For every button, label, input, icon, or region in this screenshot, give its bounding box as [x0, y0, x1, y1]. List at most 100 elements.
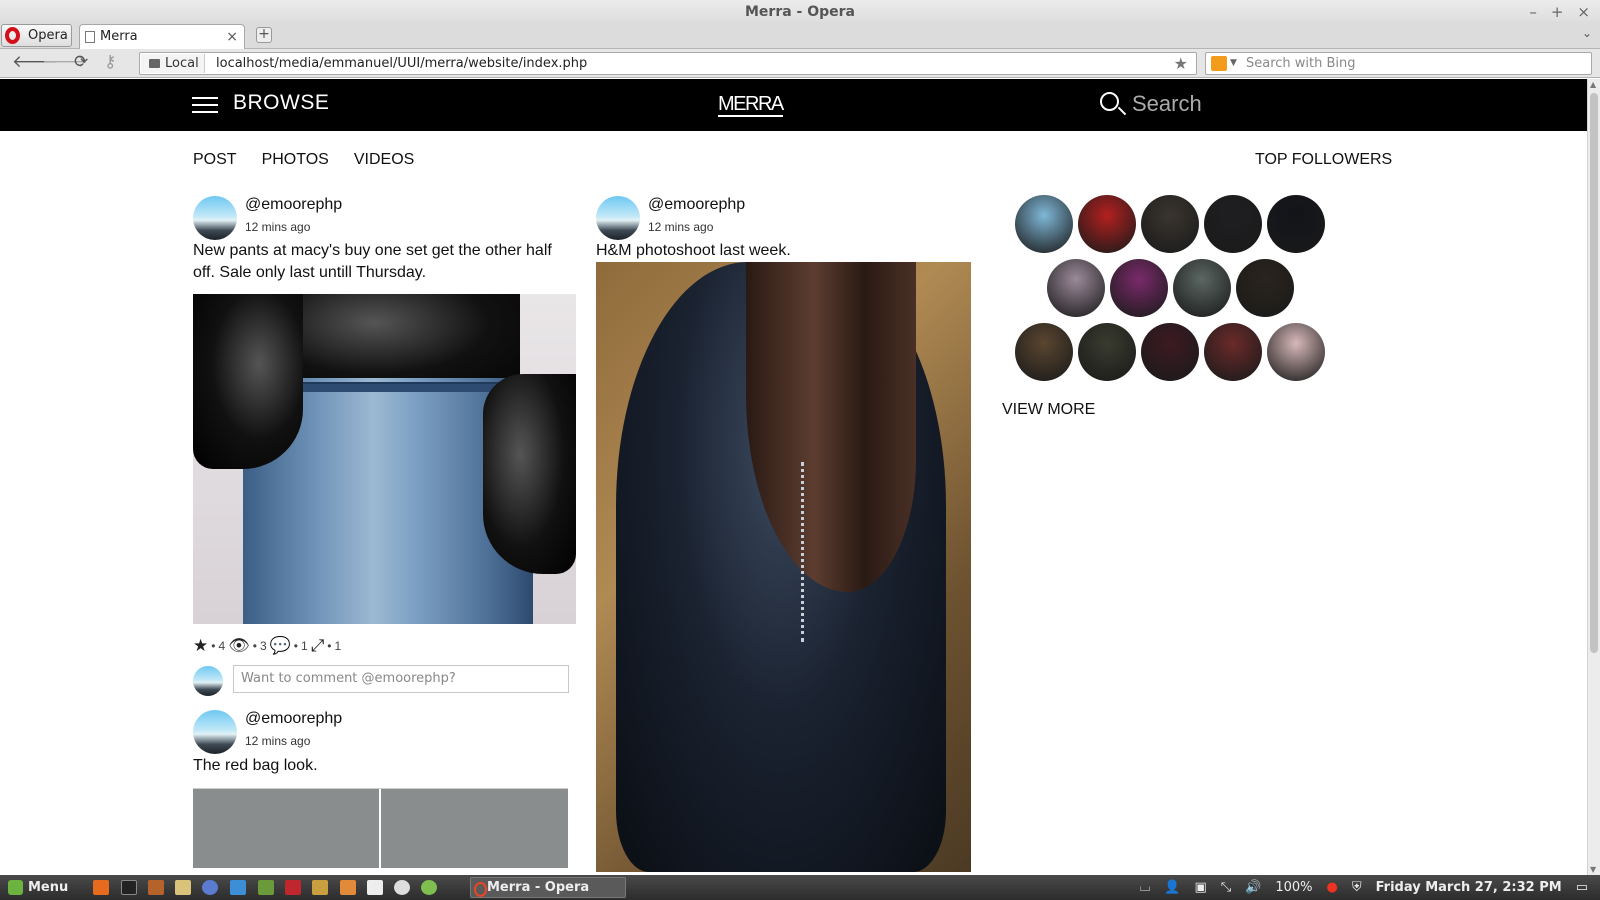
eye-icon[interactable]: 👁: [228, 636, 250, 656]
firefox-icon[interactable]: [93, 880, 109, 895]
comment-icon[interactable]: 💬: [270, 636, 291, 656]
app-icon[interactable]: [421, 880, 437, 895]
clock[interactable]: Friday March 27, 2:32 PM: [1376, 875, 1562, 900]
follower-avatar[interactable]: [1109, 259, 1168, 317]
scrollbar-thumb[interactable]: [1590, 93, 1598, 653]
follower-avatar[interactable]: [1204, 195, 1262, 253]
opera-menu-button[interactable]: Opera: [1, 24, 72, 47]
bing-icon: [1211, 56, 1227, 71]
follower-avatar[interactable]: [1172, 259, 1231, 317]
follower-avatar[interactable]: [1015, 323, 1073, 381]
avatar[interactable]: [596, 196, 640, 240]
page-viewport: BROWSE MERRA Search POST PHOTOS VIDEOS T…: [0, 79, 1587, 875]
follower-avatar[interactable]: [1141, 323, 1199, 381]
terminal-icon[interactable]: [121, 880, 137, 895]
editor-icon[interactable]: [230, 880, 246, 895]
follower-avatar[interactable]: [1015, 195, 1073, 253]
bookmark-star-icon[interactable]: ★: [1174, 53, 1188, 74]
comment-count: 1: [301, 639, 308, 653]
tab-strip: Opera Merra × + ⌄: [0, 22, 1600, 50]
post-username[interactable]: @emoorephp: [245, 196, 342, 214]
follower-avatar[interactable]: [1078, 195, 1136, 253]
comment-input[interactable]: Want to comment @emoorephp?: [233, 665, 569, 693]
image-viewer-icon[interactable]: [340, 880, 356, 895]
new-tab-button[interactable]: +: [256, 27, 272, 43]
notification-icon[interactable]: ▭: [1576, 875, 1588, 900]
post-image[interactable]: [193, 788, 568, 869]
follower-avatar[interactable]: [1235, 259, 1294, 317]
computer-icon: [149, 59, 160, 68]
follower-row: [1010, 323, 1330, 381]
tab-photos[interactable]: PHOTOS: [262, 151, 329, 169]
post-stats: ★ • 4 👁 • 3 💬 • 1 ⤢ • 1: [193, 636, 342, 656]
user-icon[interactable]: 👤: [1164, 875, 1180, 900]
post-timestamp: 12 mins ago: [245, 734, 311, 748]
star-icon[interactable]: ★: [193, 636, 208, 656]
follower-row: [1010, 259, 1330, 317]
tab-merra[interactable]: Merra ×: [79, 24, 245, 50]
post-timestamp: 12 mins ago: [648, 220, 714, 234]
follower-avatar[interactable]: [1204, 323, 1262, 381]
star-count: 4: [218, 639, 226, 653]
hamburger-menu-icon[interactable]: [192, 97, 218, 113]
clipboard-icon[interactable]: ▣: [1194, 875, 1206, 900]
security-badge[interactable]: Local: [141, 54, 205, 73]
software-center-icon[interactable]: [148, 880, 164, 895]
browser-search-box[interactable]: ▼ Search with Bing: [1205, 52, 1592, 75]
app-icon[interactable]: [202, 880, 218, 895]
key-icon[interactable]: ⚷: [104, 52, 116, 72]
reload-icon[interactable]: ⟳: [74, 52, 88, 72]
tab-videos[interactable]: VIDEOS: [354, 151, 414, 169]
post-image[interactable]: [596, 262, 971, 872]
taskbar-window-opera[interactable]: Merra - Opera: [470, 877, 626, 898]
site-search-input[interactable]: Search: [1132, 91, 1202, 117]
avatar[interactable]: [193, 196, 237, 240]
post-username[interactable]: @emoorephp: [245, 710, 342, 728]
post-username[interactable]: @emoorephp: [648, 196, 745, 214]
page-scrollbar[interactable]: ▲ ▼: [1587, 79, 1600, 875]
show-desktop-icon[interactable]: ⌴: [1140, 875, 1150, 900]
tab-menu-chevron-icon[interactable]: ⌄: [1582, 26, 1592, 40]
disc-icon[interactable]: [394, 880, 410, 895]
start-menu-button[interactable]: Menu: [6, 875, 68, 900]
browse-button[interactable]: BROWSE: [233, 91, 329, 115]
share-count: 1: [334, 639, 342, 653]
scroll-down-icon[interactable]: ▼: [1590, 865, 1596, 874]
battery-indicator[interactable]: 100%: [1275, 875, 1312, 900]
address-bar[interactable]: Local localhost/media/emmanuel/UUI/merra…: [139, 52, 1197, 75]
share-icon[interactable]: ⤢: [311, 636, 325, 656]
tab-post[interactable]: POST: [193, 151, 237, 169]
tab-title: Merra: [100, 29, 138, 44]
document-icon: [85, 31, 95, 43]
follower-avatar[interactable]: [1078, 323, 1136, 381]
follower-avatar[interactable]: [1141, 195, 1199, 253]
folder-icon[interactable]: [258, 880, 274, 895]
scroll-up-icon[interactable]: ▲: [1590, 80, 1596, 89]
document-icon[interactable]: [367, 880, 383, 895]
opera-tray-icon[interactable]: ●: [1327, 875, 1338, 900]
avatar[interactable]: [193, 710, 237, 754]
site-logo[interactable]: MERRA: [718, 93, 784, 117]
follower-avatar[interactable]: [1267, 195, 1325, 253]
view-more-link[interactable]: VIEW MORE: [1002, 401, 1095, 419]
avatar[interactable]: [193, 666, 223, 696]
filezilla-icon[interactable]: [285, 880, 301, 895]
search-icon[interactable]: [1100, 92, 1119, 111]
volume-icon[interactable]: 🔊: [1245, 875, 1261, 900]
notes-icon[interactable]: [175, 880, 191, 895]
follower-row: [1010, 195, 1330, 253]
content-tabs: POST PHOTOS VIDEOS: [193, 151, 414, 169]
follower-avatar[interactable]: [1267, 323, 1325, 381]
network-icon[interactable]: ⤡: [1221, 875, 1231, 900]
browser-search-input[interactable]: Search with Bing: [1246, 53, 1356, 74]
post-timestamp: 12 mins ago: [245, 220, 311, 234]
post-text: H&M photoshoot last week.: [596, 242, 791, 259]
opera-menu-label: Opera: [28, 28, 68, 43]
close-tab-icon[interactable]: ×: [226, 25, 238, 49]
archive-icon[interactable]: [312, 880, 328, 895]
url-text[interactable]: localhost/media/emmanuel/UUI/merra/websi…: [216, 53, 587, 74]
follower-avatar[interactable]: [1046, 259, 1105, 317]
shield-icon[interactable]: ⛨: [1352, 875, 1362, 900]
search-engine-dropdown-icon[interactable]: ▼: [1230, 54, 1237, 73]
post-image[interactable]: [193, 294, 576, 624]
